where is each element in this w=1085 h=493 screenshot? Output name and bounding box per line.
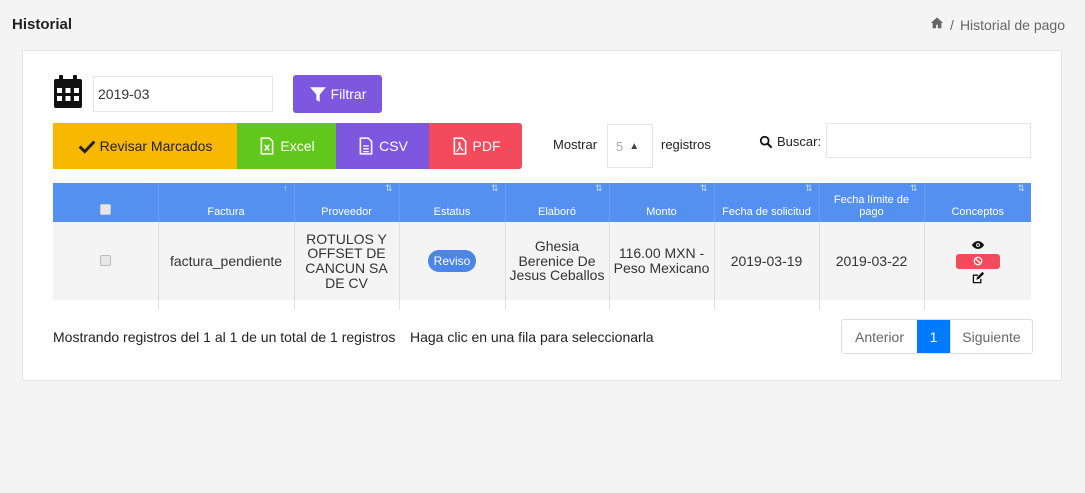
column-header-factura[interactable]: ↑ Factura [157, 183, 294, 222]
next-page-button[interactable]: Siguiente [950, 320, 1032, 353]
sort-icon: ⇅ [490, 183, 499, 193]
sort-icon: ⇅ [699, 183, 708, 193]
column-header-monto[interactable]: ⇅ Monto [608, 183, 714, 222]
cell-conceptos [923, 222, 1031, 300]
table-row[interactable]: factura_pendiente ROTULOS Y OFFSET DE CA… [53, 222, 1031, 300]
select-arrows-icon: ▲ [629, 140, 640, 152]
payments-table: ↑ Factura ⇅ Proveedor ⇅ Estatus ⇅ Elaboró ⇅ M… [53, 183, 1031, 310]
column-header-elaboro[interactable]: ⇅ Elaboró [504, 183, 609, 222]
revisar-marcados-button[interactable]: Revisar Marcados [53, 123, 237, 169]
table-row-spacer [53, 300, 1031, 310]
page-title: Historial [12, 16, 73, 33]
search-label-text: Buscar: [777, 134, 822, 149]
cell-monto: 116.00 MXN - Peso Mexicano [608, 222, 714, 300]
search-input[interactable] [826, 123, 1031, 158]
breadcrumb: / Historial de pago [930, 16, 1065, 33]
cell-proveedor: ROTULOS Y OFFSET DE CANCUN SA DE CV [293, 222, 399, 300]
home-icon[interactable] [930, 16, 944, 33]
excel-file-icon [260, 137, 274, 155]
row-checkbox[interactable] [99, 254, 111, 266]
page-1-button[interactable]: 1 [917, 320, 950, 353]
csv-label: CSV [379, 138, 408, 154]
calendar-icon [54, 75, 82, 108]
breadcrumb-separator: / [950, 16, 954, 33]
sort-icon: ⇅ [384, 183, 393, 193]
revisar-marcados-label: Revisar Marcados [99, 138, 213, 154]
select-hint: Haga clic en una fila para seleccionarla [410, 329, 654, 345]
registros-label: registros [661, 137, 711, 152]
cancel-button[interactable] [955, 253, 1000, 269]
breadcrumb-current: Historial de pago [959, 16, 1065, 33]
cell-factura: factura_pendiente [157, 222, 294, 300]
pagination: Anterior 1 Siguiente [841, 319, 1033, 354]
sort-icon: ⇅ [909, 183, 918, 193]
csv-button[interactable]: CSV [336, 123, 429, 169]
csv-file-icon [359, 137, 373, 155]
column-header-estatus[interactable]: ⇅ Estatus [398, 183, 505, 222]
column-header-conceptos[interactable]: ⇅ Conceptos [923, 183, 1031, 222]
select-all-header[interactable] [53, 183, 158, 222]
excel-label: Excel [280, 138, 315, 154]
filter-button-label: Filtrar [330, 86, 367, 102]
history-card: Filtrar Revisar Marcados Excel CSV PDF M… [22, 50, 1062, 381]
cell-fecha-limite: 2019-03-22 [818, 222, 924, 300]
table-header-row: ↑ Factura ⇅ Proveedor ⇅ Estatus ⇅ Elaboró ⇅ M… [53, 183, 1031, 222]
check-icon [78, 140, 95, 154]
status-badge: Reviso [427, 249, 477, 273]
previous-page-button[interactable]: Anterior [842, 320, 917, 353]
pdf-button[interactable]: PDF [429, 123, 522, 169]
sort-icon: ⇅ [594, 183, 603, 193]
table-info: Mostrando registros del 1 al 1 de un tot… [53, 329, 396, 345]
page-length-value: 5 [616, 138, 624, 154]
cell-fecha-solicitud: 2019-03-19 [713, 222, 819, 300]
excel-button[interactable]: Excel [237, 123, 336, 169]
column-header-fecha-limite[interactable]: ⇅ Fecha límite de pago [818, 183, 924, 222]
month-input[interactable] [93, 76, 273, 112]
edit-icon[interactable] [971, 271, 985, 285]
search-icon [759, 135, 773, 148]
cell-elaboro: Ghesia Berenice De Jesus Ceballos [504, 222, 609, 300]
filter-button[interactable]: Filtrar [293, 75, 382, 113]
select-all-checkbox[interactable] [99, 204, 111, 215]
sort-icon: ↑ [283, 183, 288, 193]
page-length-select[interactable]: 5 ▲ [607, 124, 653, 168]
ban-icon [973, 256, 983, 266]
pdf-file-icon [453, 137, 466, 155]
sort-icon: ⇅ [804, 183, 813, 193]
sort-icon: ⇅ [1017, 183, 1025, 193]
mostrar-label: Mostrar [553, 137, 598, 152]
column-header-fecha-solicitud[interactable]: ⇅ Fecha de solicitud [713, 183, 819, 222]
cell-estatus: Reviso [398, 222, 505, 300]
column-header-proveedor[interactable]: ⇅ Proveedor [293, 183, 399, 222]
pdf-label: PDF [472, 138, 501, 154]
eye-icon[interactable] [971, 238, 985, 252]
search-label: Buscar: [759, 134, 821, 149]
row-select-cell[interactable] [53, 222, 158, 300]
export-button-group: Revisar Marcados Excel CSV PDF [53, 123, 522, 169]
filter-icon [309, 87, 326, 102]
